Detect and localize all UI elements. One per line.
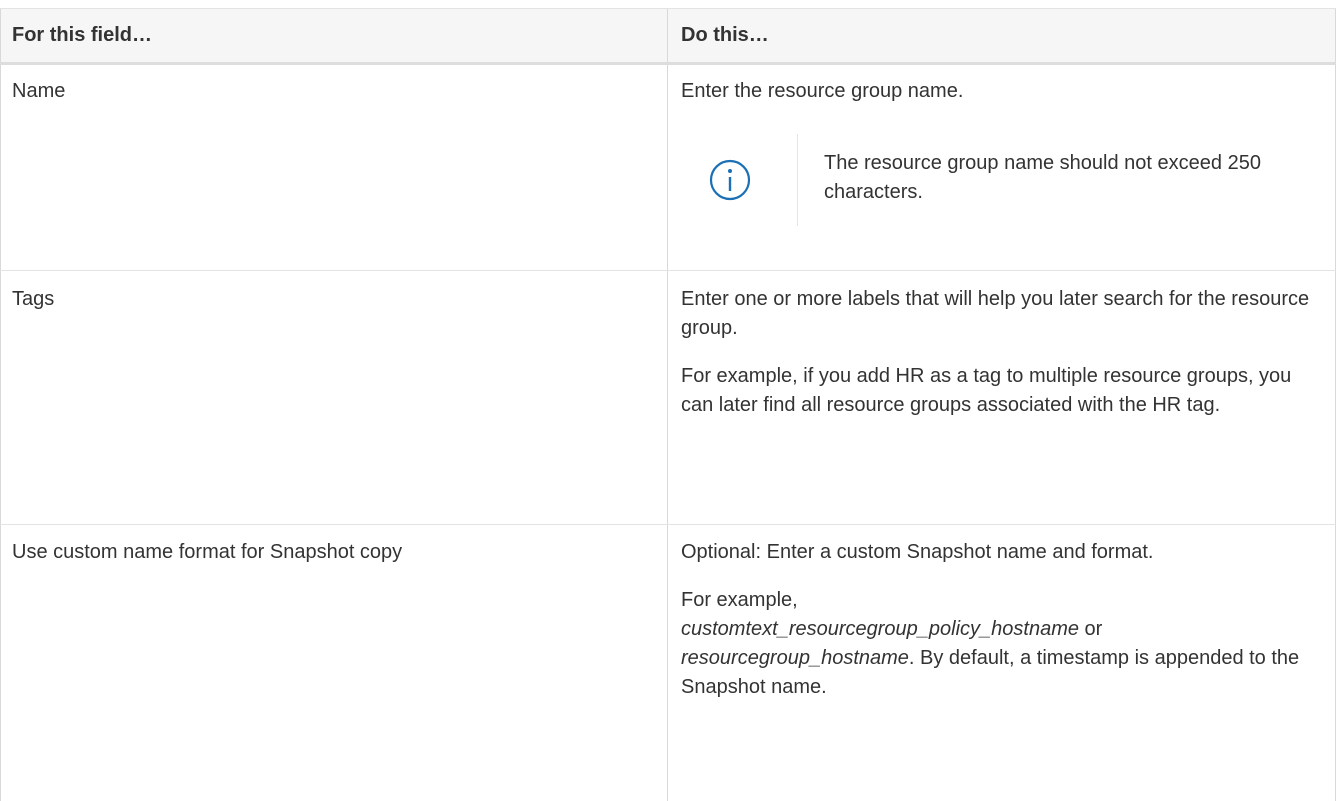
example-format-1: customtext_resourcegroup_policy_hostname: [681, 618, 1079, 640]
row-snapshot-instructions: Optional: Enter a custom Snapshot name a…: [681, 538, 1311, 721]
example-joiner: or: [1079, 618, 1103, 640]
note-text: The resource group name should not excee…: [824, 152, 1261, 203]
header-action: Do this…: [681, 24, 769, 46]
tags-example-paragraph: For example, if you add HR as a tag to m…: [681, 365, 1292, 416]
table-header-row: [1, 8, 1335, 63]
row-tags-instructions: Enter one or more labels that will help …: [681, 285, 1311, 439]
header-separator: [0, 62, 1336, 65]
info-icon: [708, 158, 752, 202]
row-separator: [0, 270, 1336, 271]
snapshot-paragraph: Optional: Enter a custom Snapshot name a…: [681, 541, 1154, 563]
table-border-right: [1335, 8, 1336, 801]
example-format-2: resourcegroup_hostname: [681, 647, 909, 669]
snapshot-example-paragraph: For example, customtext_resourcegroup_po…: [681, 586, 1311, 702]
row-separator: [0, 524, 1336, 525]
fields-table: For this field… Do this… Name Enter the …: [0, 0, 1338, 801]
table-top-border: [0, 8, 1336, 9]
header-field: For this field…: [12, 24, 152, 46]
field-tags: Tags: [12, 288, 55, 310]
example-lead: For example,: [681, 589, 798, 611]
note-divider: [797, 134, 798, 226]
field-snapshot-name-format: Use custom name format for Snapshot copy: [12, 541, 403, 563]
note-admonition: The resource group name should not excee…: [681, 132, 1321, 228]
table-border-left: [0, 8, 1, 801]
tags-paragraph: Enter one or more labels that will help …: [681, 288, 1310, 339]
row-name-instruction: Enter the resource group name.: [681, 80, 964, 102]
field-name: Name: [12, 80, 66, 102]
column-divider: [667, 8, 668, 801]
